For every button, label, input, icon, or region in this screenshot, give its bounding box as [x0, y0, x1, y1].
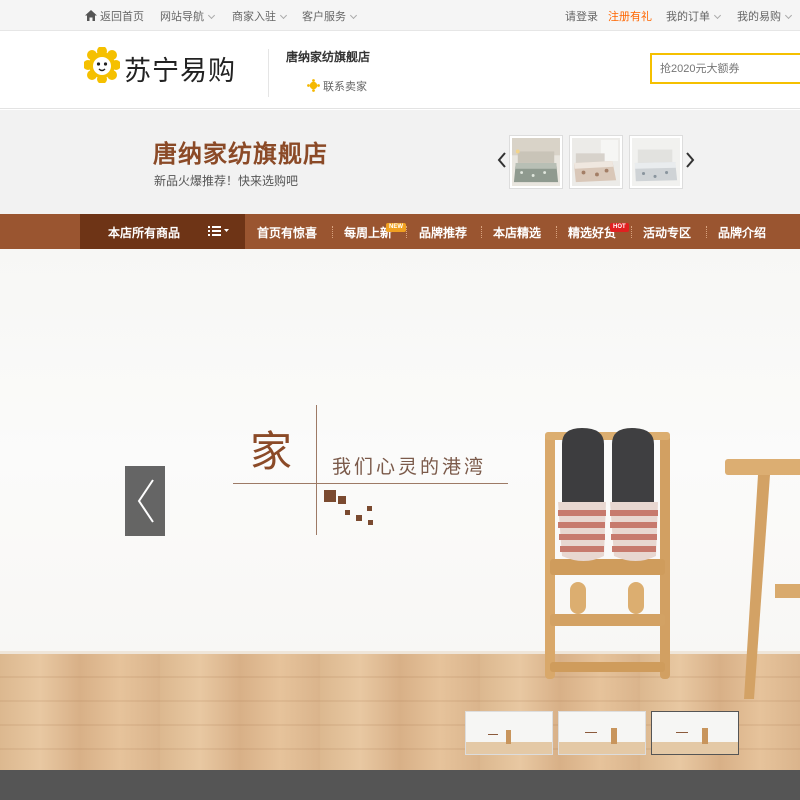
hero-jia-character: 家 [250, 427, 293, 476]
chevron-down-icon [207, 11, 216, 20]
login-link[interactable]: 请登录 [565, 8, 598, 24]
decor-square [356, 515, 362, 521]
nav-separator [332, 226, 333, 238]
shop-name[interactable]: 唐纳家纺旗舰店 [286, 48, 370, 65]
nav-item-brand-intro[interactable]: 品牌介绍 [718, 224, 766, 241]
all-products-label: 本店所有商品 [108, 226, 181, 240]
nav-item-home-surprise[interactable]: 首页有惊喜 [257, 224, 317, 241]
slide-preview-image [652, 712, 738, 754]
logo-text: 苏宁易购 [124, 56, 236, 87]
product-thumb[interactable] [509, 135, 563, 189]
slide-thumb-2[interactable] [558, 711, 646, 755]
hero-banner[interactable]: 家 我们心灵的港湾 [0, 249, 800, 770]
register-link[interactable]: 注册有礼 [608, 8, 652, 24]
contact-seller-link[interactable]: 联系卖家 [307, 77, 367, 94]
shop-nav-bar: 本店所有商品 首页有惊喜 每周上新 NEW 品牌推荐 本店精选 精选好货 HOT… [0, 214, 800, 249]
nav-item-weekly-new[interactable]: 每周上新 NEW [344, 223, 406, 241]
chevron-left-icon [137, 479, 154, 523]
decor-vertical-line [316, 405, 317, 535]
hot-badge: HOT [610, 223, 629, 232]
contact-seller-label: 联系卖家 [323, 81, 367, 93]
chevron-down-icon [279, 11, 288, 20]
nav-item-label: 每周上新 [344, 226, 393, 240]
my-account-menu[interactable]: 我的易购 [737, 8, 793, 24]
search-input[interactable] [650, 53, 800, 84]
decor-square [345, 510, 350, 515]
home-link[interactable]: 返回首页 [85, 8, 144, 24]
hero-tagline: 我们心灵的港湾 [332, 457, 487, 478]
nav-item-shop-picks[interactable]: 本店精选 [493, 224, 541, 241]
orders-menu[interactable]: 我的订单 [666, 8, 722, 24]
home-icon [85, 10, 97, 21]
merchant-menu[interactable]: 商家入驻 [232, 8, 288, 24]
slide-thumb-1[interactable] [465, 711, 553, 755]
bedding-image [512, 138, 560, 186]
top-utility-bar: 返回首页 网站导航 商家入驻 客户服务 请登录 注册有礼 我的订单 我的易购 [0, 0, 800, 31]
carousel-next-button[interactable] [681, 150, 699, 174]
decor-square [367, 506, 372, 511]
nav-item-promotions[interactable]: 活动专区 [643, 224, 691, 241]
service-label: 客户服务 [302, 11, 346, 23]
slide-preview-image [559, 712, 645, 754]
site-nav-label: 网站导航 [160, 11, 204, 23]
all-products-menu[interactable]: 本店所有商品 [80, 214, 245, 249]
decor-square [338, 496, 346, 504]
slide-thumb-3[interactable] [651, 711, 739, 755]
nav-separator [706, 226, 707, 238]
next-section-preview [0, 770, 800, 800]
lion-logo-icon [84, 47, 120, 83]
bedding-image [632, 138, 680, 186]
decor-square [368, 520, 373, 525]
chevron-down-icon [784, 11, 793, 20]
product-thumb[interactable] [569, 135, 623, 189]
header-divider [268, 49, 269, 97]
chevron-down-icon [349, 11, 358, 20]
orders-label: 我的订单 [666, 11, 710, 23]
suning-logo[interactable]: 苏宁易购 [84, 45, 254, 87]
shop-banner: 唐纳家纺旗舰店 新品火爆推荐！快来选购吧 [0, 110, 800, 214]
home-link-label: 返回首页 [100, 11, 144, 23]
chevron-down-icon [713, 11, 722, 20]
nav-item-selected-goods[interactable]: 精选好货 HOT [568, 223, 629, 241]
chevron-right-icon [686, 152, 695, 168]
product-thumb[interactable] [629, 135, 683, 189]
merchant-label: 商家入驻 [232, 11, 276, 23]
shop-slogan: 新品火爆推荐！快来选购吧 [154, 174, 299, 188]
list-icon [208, 226, 229, 236]
decor-square [324, 490, 336, 502]
bedding-image [572, 138, 620, 186]
my-account-label: 我的易购 [737, 11, 781, 23]
new-badge: NEW [386, 223, 406, 232]
nav-separator [556, 226, 557, 238]
side-table-image [725, 459, 800, 699]
slide-preview-image [466, 712, 552, 754]
nav-separator [631, 226, 632, 238]
decor-horizontal-line [233, 483, 508, 484]
nav-separator [481, 226, 482, 238]
nav-item-label: 精选好货 [568, 226, 617, 240]
seller-icon [307, 79, 320, 92]
hero-prev-button[interactable] [125, 466, 165, 536]
nav-item-brand-recommend[interactable]: 品牌推荐 [419, 224, 467, 241]
nav-separator [406, 226, 407, 238]
site-header: 苏宁易购 唐纳家纺旗舰店 联系卖家 [0, 31, 800, 109]
site-nav-menu[interactable]: 网站导航 [160, 8, 216, 24]
chevron-left-icon [497, 152, 506, 168]
chair-with-slippers-image [545, 428, 670, 679]
shop-title: 唐纳家纺旗舰店 [153, 141, 328, 168]
service-menu[interactable]: 客户服务 [302, 8, 358, 24]
